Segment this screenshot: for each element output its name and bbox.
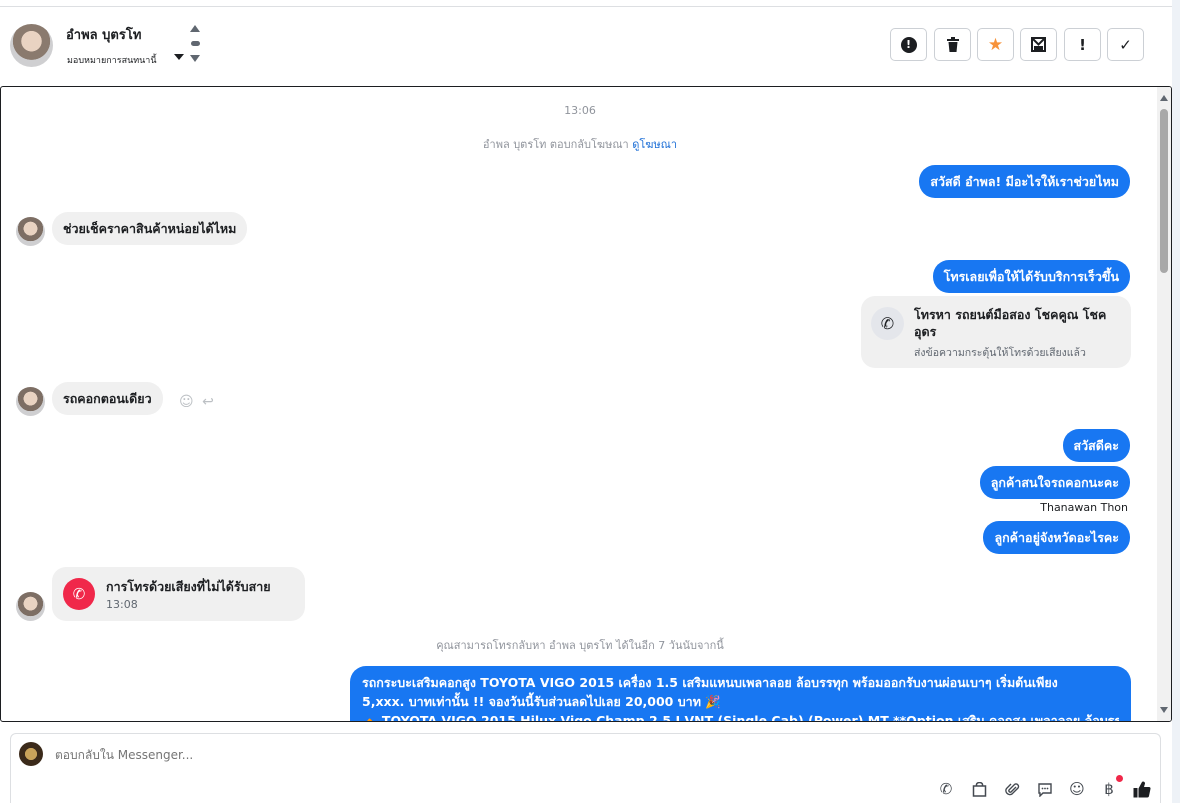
contact-avatar-small: [16, 387, 45, 416]
trash-icon: [946, 37, 959, 52]
message-actions: ☺ ↩: [179, 394, 214, 410]
alert-circle-icon: !: [900, 36, 917, 53]
star-icon: ★: [987, 34, 1004, 55]
previous-conversation-icon[interactable]: [190, 25, 200, 32]
conversation-nav-handle: [191, 41, 200, 46]
call-card-title: โทรหา รถยนต์มือสอง โชคคูณ โชค อุดร: [914, 307, 1107, 339]
reply-icon[interactable]: ↩: [202, 394, 214, 410]
call-card-subtitle: ส่งข้อความกระตุ้นให้โทรด้วยเสียงแล้ว: [914, 347, 1086, 359]
scroll-thumb[interactable]: [1160, 109, 1168, 273]
spam-icon: !: [1079, 35, 1086, 54]
message-incoming[interactable]: รถคอกตอนเดียว: [52, 382, 163, 415]
long-message-line: 🔸 TOYOTA VIGO 2015 Hilux Vigo Champ 2.5 …: [362, 713, 1119, 722]
reply-input[interactable]: [55, 748, 655, 762]
message-thread[interactable]: 13:06 อำพล บุตรโท ตอบกลับโฆษณา ดูโฆษณา ส…: [0, 86, 1172, 722]
missed-call-card[interactable]: ✆ การโทรด้วยเสียงที่ไม่ได้รับสาย 13:08: [52, 567, 305, 621]
done-check-icon: ✓: [1119, 35, 1132, 54]
mark-done-button[interactable]: ✓: [1107, 28, 1144, 61]
call-prompt-card[interactable]: ✆ โทรหา รถยนต์มือสอง โชคคูณ โชค อุดร ส่ง…: [861, 296, 1131, 368]
attachment-icon[interactable]: [1001, 778, 1023, 800]
ad-reply-notice: อำพล บุตรโท ตอบกลับโฆษณา ดูโฆษณา: [1, 135, 1159, 153]
chevron-down-icon[interactable]: [174, 54, 184, 60]
phone-icon: ✆: [871, 307, 904, 340]
message-outgoing-long[interactable]: รถกระบะเสริมคอกสูง TOYOTA VIGO 2015 เครื…: [350, 666, 1131, 722]
contact-avatar-small: [16, 592, 45, 621]
contact-avatar-small: [16, 217, 45, 246]
phone-icon[interactable]: ✆: [935, 778, 957, 800]
reply-composer: ✆ ☺ ฿: [10, 733, 1161, 803]
mark-unread-button[interactable]: [1020, 28, 1057, 61]
mark-unread-icon: [1031, 37, 1046, 52]
callback-notice: คุณสามารถโทรกลับหา อำพล บุตรโท ได้ในอีก …: [436, 639, 724, 652]
message-outgoing[interactable]: สวัสดีคะ: [1062, 429, 1130, 462]
conversation-header: อำพล บุตรโท มอบหมายการสนทนานี้ ! ★ ! ✓: [0, 7, 1172, 86]
delete-button[interactable]: [934, 28, 971, 61]
message-outgoing[interactable]: ลูกค้าอยู่จังหวัดอะไรคะ: [983, 521, 1130, 554]
view-ad-link[interactable]: ดูโฆษณา: [632, 138, 677, 151]
window-edge: [1172, 0, 1180, 803]
scroll-up-arrow-icon[interactable]: [1160, 95, 1168, 101]
message-outgoing[interactable]: ลูกค้าสนใจรถคอกนะคะ: [979, 466, 1130, 499]
missed-call-time: 13:08: [106, 598, 138, 611]
sender-name: Thanawan Thon: [1040, 501, 1128, 514]
message-incoming[interactable]: ช่วยเช็คราคาสินค้าหน่อยได้ไหม: [52, 212, 248, 245]
saved-reply-icon[interactable]: [1034, 778, 1056, 800]
contact-avatar[interactable]: [10, 24, 53, 67]
emoji-icon[interactable]: ☺: [1066, 778, 1088, 800]
notification-dot: [1116, 775, 1123, 782]
star-button[interactable]: ★: [977, 28, 1014, 61]
message-outgoing[interactable]: สวัสดี อำพล! มีอะไรให้เราช่วยไหม: [919, 165, 1130, 198]
ad-reply-text: อำพล บุตรโท ตอบกลับโฆษณา: [482, 138, 629, 151]
emoji-react-icon[interactable]: ☺: [179, 394, 194, 410]
long-message-line: 5,xxx. บาทเท่านั้น !! จองวันนี้รับส่วนลด…: [362, 694, 721, 709]
next-conversation-icon[interactable]: [190, 55, 200, 62]
assign-conversation-button[interactable]: มอบหมายการสนทนานี้: [67, 53, 157, 67]
page-avatar: [19, 742, 43, 766]
alert-button[interactable]: !: [890, 28, 927, 61]
missed-call-icon: ✆: [63, 578, 95, 610]
long-message-line: รถกระบะเสริมคอกสูง TOYOTA VIGO 2015 เครื…: [362, 675, 1058, 690]
missed-call-title: การโทรด้วยเสียงที่ไม่ได้รับสาย: [106, 579, 271, 594]
like-icon[interactable]: [1131, 778, 1153, 800]
thread-timestamp: 13:06: [564, 104, 596, 117]
shopping-bag-icon[interactable]: [968, 778, 990, 800]
spam-button[interactable]: !: [1064, 28, 1101, 61]
contact-name[interactable]: อำพล บุตรโท: [66, 24, 141, 45]
message-outgoing[interactable]: โทรเลยเพื่อให้ได้รับบริการเร็วขึ้น: [932, 260, 1130, 293]
thread-scrollbar[interactable]: [1157, 87, 1171, 721]
scroll-down-arrow-icon[interactable]: [1160, 707, 1168, 713]
